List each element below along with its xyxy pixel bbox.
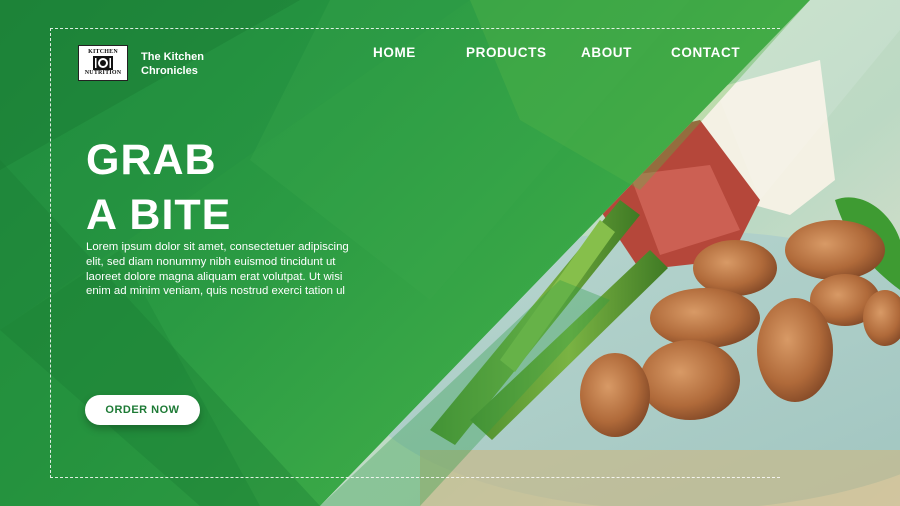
nav-contact[interactable]: CONTACT [671, 45, 740, 60]
hero-headline: GRAB A BITE [86, 133, 406, 243]
nav-products[interactable]: PRODUCTS [466, 45, 547, 60]
brand-logo[interactable]: KITCHEN NUTRITION [78, 45, 128, 81]
logo-text-top: KITCHEN [88, 49, 118, 55]
plate-icon [93, 56, 113, 70]
logo-text-bottom: NUTRITION [84, 70, 122, 76]
brand-name: The Kitchen Chronicles [141, 51, 204, 77]
nav-home[interactable]: HOME [373, 45, 416, 60]
headline-line-1: GRAB [86, 136, 217, 184]
order-now-button[interactable]: ORDER NOW [85, 395, 200, 425]
main-nav: HOME PRODUCTS ABOUT CONTACT [373, 45, 750, 63]
nav-about[interactable]: ABOUT [581, 45, 632, 60]
headline-line-2: A BITE [86, 191, 232, 239]
landing-page: KITCHEN NUTRITION The Kitchen Chronicles… [0, 0, 900, 506]
hero-body-text: Lorem ipsum dolor sit amet, consectetuer… [86, 241, 349, 298]
